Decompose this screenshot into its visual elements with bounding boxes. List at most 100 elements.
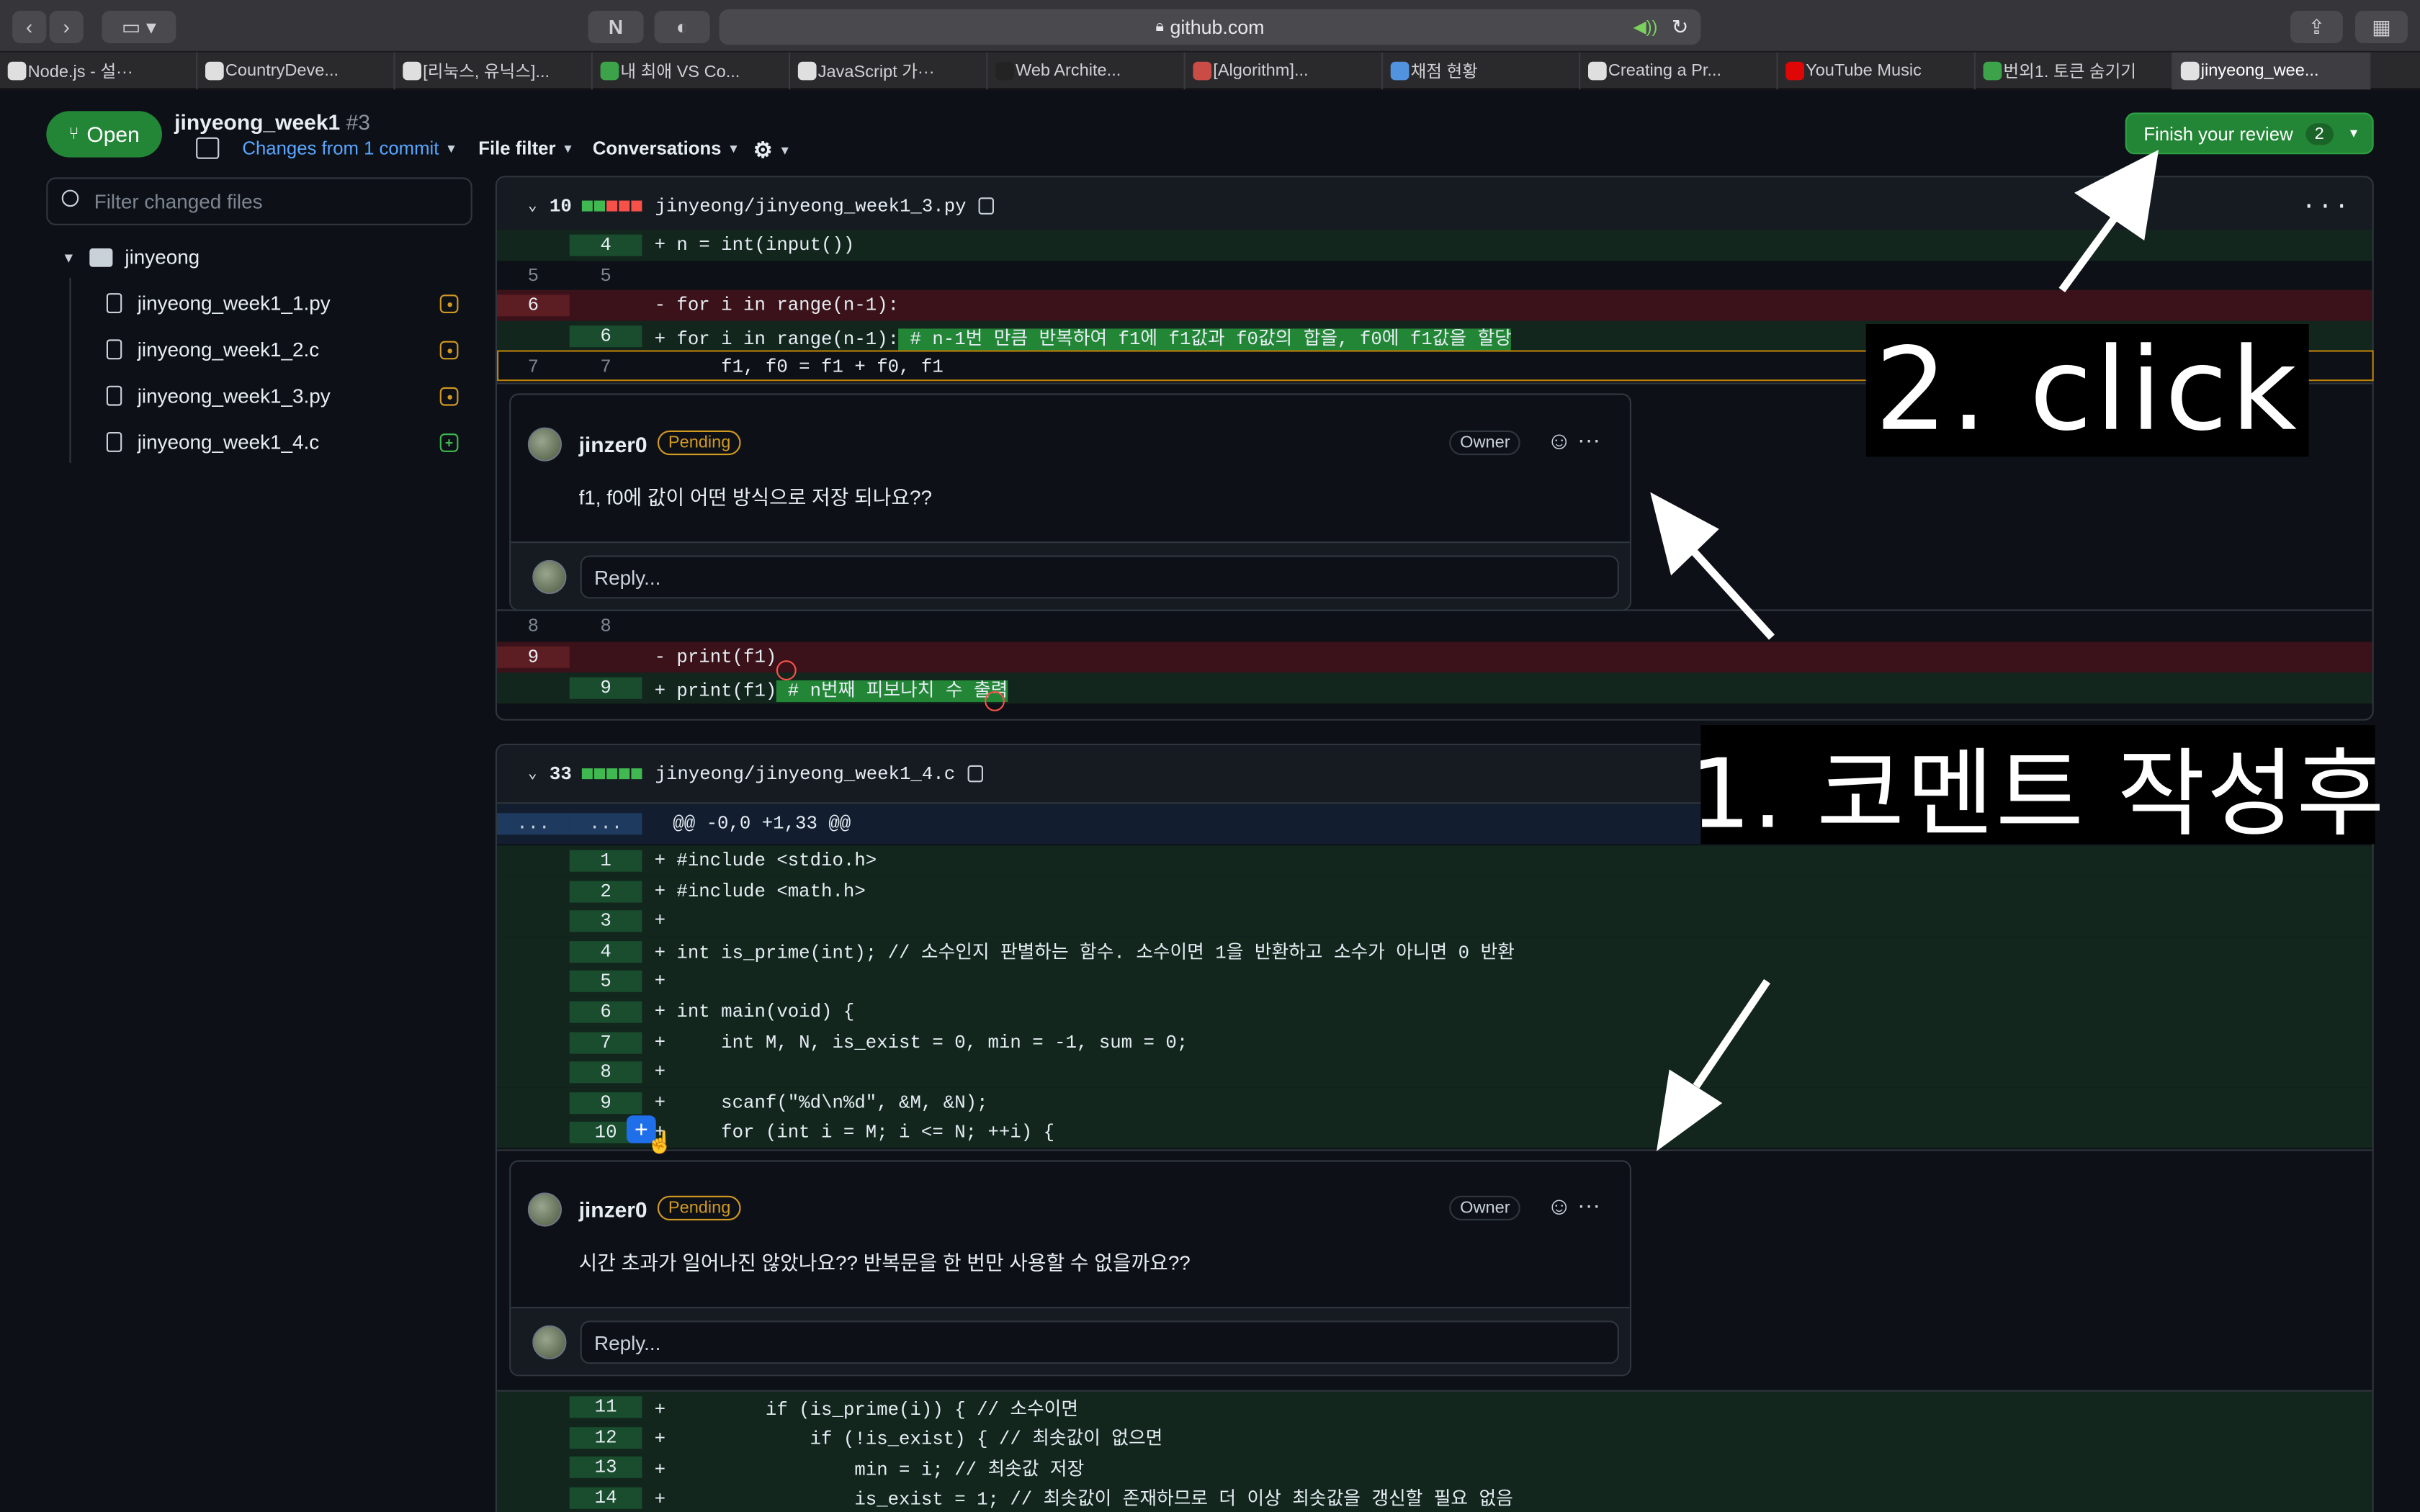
new-line-number[interactable]: 2 [569, 880, 642, 902]
collapse-sidebar-icon[interactable] [196, 137, 220, 159]
new-line-number[interactable]: 7 [569, 1031, 642, 1053]
diff-line[interactable]: 12 + if (!is_exist) { // 최솟값이 없으면 [497, 1421, 2372, 1453]
browser-tab[interactable]: YouTube Music [1778, 52, 1976, 90]
new-line-number[interactable]: 9 [569, 1092, 642, 1114]
diff-line[interactable]: 6 - for i in range(n-1): [497, 289, 2372, 321]
new-line-number[interactable]: 5 [569, 971, 642, 993]
changes-dropdown[interactable]: Changes from 1 commit ▼ [242, 138, 457, 159]
code-content: + #include <math.h> [654, 880, 866, 902]
shield-icon[interactable]: ◐ [654, 11, 710, 43]
browser-tab[interactable]: 채점 현황 [1383, 52, 1581, 90]
sidebar-file-3[interactable]: jinyeong_week1_3.py [106, 384, 331, 408]
diff-line[interactable]: 7 + int M, N, is_exist = 0, min = -1, sum… [497, 1027, 2372, 1058]
new-line-number[interactable]: 13 [569, 1457, 642, 1479]
comment-author[interactable]: jinzer0 [579, 432, 647, 456]
address-bar[interactable]: 🔒︎ github.com ◀)) ↻ [719, 9, 1701, 45]
new-line-number[interactable]: 7 [570, 356, 642, 378]
diff-line[interactable]: 88 [497, 611, 2372, 642]
new-line-number[interactable]: 5 [570, 266, 642, 287]
reload-icon[interactable]: ↻ [1672, 14, 1688, 39]
diff-line[interactable]: 4 + int is_prime(int); // 소수인지 판별하는 함수. 소… [497, 936, 2372, 968]
new-line-number[interactable]: 14 [569, 1487, 642, 1509]
sidebar-file-2[interactable]: jinyeong_week1_2.c [106, 338, 319, 361]
chevron-down-icon[interactable]: ⌄ [528, 197, 537, 215]
diff-line[interactable]: 9 + scanf("%d\n%d", &M, &N); [497, 1087, 2372, 1119]
browser-tab[interactable]: 번외1. 토큰 숨기기 [1976, 52, 2174, 90]
pr-state-label: Open [86, 122, 140, 147]
kebab-icon[interactable]: ··· [1577, 428, 1600, 454]
comment-author[interactable]: jinzer0 [579, 1197, 647, 1222]
old-line-number[interactable]: 9 [497, 646, 570, 668]
chevron-down-icon[interactable]: ▼ [2347, 127, 2360, 140]
file-path[interactable]: jinyeong/jinyeong_week1_3.py [655, 195, 967, 217]
diff-line[interactable]: 6 + int main(void) { [497, 996, 2372, 1028]
folder-item[interactable]: ▼ jinyeong [62, 246, 200, 269]
browser-tab[interactable]: Web Archite... [987, 52, 1186, 90]
diff-line[interactable]: 5 + [497, 966, 2372, 998]
new-line-number[interactable]: 8 [569, 1061, 642, 1084]
new-line-number[interactable]: 6 [569, 1001, 642, 1023]
settings-dropdown[interactable]: ⚙ ▼ [753, 138, 791, 163]
browser-tab[interactable]: [리눅스, 유닉스]... [395, 52, 593, 90]
file-filter-dropdown[interactable]: File filter ▼ [478, 138, 574, 159]
new-line-number[interactable]: 4 [569, 234, 642, 256]
reply-input[interactable]: Reply... [580, 555, 1619, 599]
conversations-dropdown[interactable]: Conversations ▼ [593, 138, 740, 159]
kebab-icon[interactable]: ··· [1577, 1192, 1600, 1218]
reply-input[interactable]: Reply... [580, 1320, 1619, 1364]
lock-icon: 🔒︎ [1155, 18, 1164, 36]
browser-tab[interactable]: 내 최애 VS Co... [593, 52, 791, 90]
new-line-number[interactable]: 11 [569, 1396, 642, 1418]
old-line-number[interactable]: 8 [497, 616, 570, 637]
forward-icon[interactable]: › [49, 11, 84, 43]
browser-tab[interactable]: JavaScript 가··· [790, 52, 988, 90]
pending-badge: Pending [657, 430, 742, 456]
new-line-number[interactable]: 4 [569, 940, 642, 963]
old-line-number[interactable]: 7 [497, 356, 570, 378]
expand-down-icon[interactable]: ... [569, 813, 642, 835]
expand-up-icon[interactable]: ... [497, 813, 570, 835]
notion-icon[interactable]: N [588, 11, 644, 43]
new-line-number[interactable]: 3 [569, 910, 642, 932]
finish-review-button[interactable]: Finish your review 2 ▼ [2125, 112, 2374, 155]
emoji-icon[interactable]: ☺ [1546, 429, 1572, 457]
new-line-number[interactable]: 9 [569, 677, 642, 699]
old-line-number[interactable]: 6 [497, 294, 570, 317]
old-line-number[interactable]: 5 [497, 266, 570, 287]
browser-tab[interactable]: CountryDeve... [197, 52, 395, 90]
diff-line[interactable]: 2 + #include <math.h> [497, 876, 2372, 907]
code-text: + #include <math.h> [642, 880, 866, 902]
sidebar-file-1[interactable]: jinyeong_week1_1.py [106, 292, 331, 315]
code-content: - for i in range(n-1): [654, 294, 900, 317]
browser-tab[interactable]: jinyeong_wee... [2173, 52, 2371, 90]
diff-line[interactable]: 8 + [497, 1057, 2372, 1089]
diff-line[interactable]: 10 + for (int i = M; i <= N; ++i) { [497, 1117, 2372, 1149]
new-line-number[interactable]: 6 [569, 325, 642, 348]
diff-line[interactable]: 11 + if (is_prime(i)) { // 소수이면 [497, 1391, 2372, 1423]
browser-tab[interactable]: [Algorithm]... [1186, 52, 1383, 90]
speaker-icon[interactable]: ◀)) [1634, 17, 1658, 37]
diff-line[interactable]: 4 + n = int(input()) [497, 230, 2372, 261]
copy-icon[interactable] [967, 765, 983, 783]
chevron-down-icon[interactable]: ⌄ [528, 765, 537, 783]
diff-line[interactable]: 3 + [497, 906, 2372, 937]
new-line-number[interactable]: 8 [570, 616, 642, 637]
sidebar-icon[interactable]: ▭ ▾ [102, 11, 176, 43]
browser-tab[interactable]: Node.js - 설··· [0, 52, 198, 90]
filter-files-input[interactable]: Filter changed files [46, 177, 472, 225]
browser-tab[interactable]: Creating a Pr... [1580, 52, 1778, 90]
code-text: + for (int i = M; i <= N; ++i) { [642, 1122, 1055, 1144]
diff-line[interactable]: 13 + min = i; // 최솟값 저장 [497, 1452, 2372, 1483]
new-line-number[interactable]: 1 [569, 850, 642, 872]
emoji-icon[interactable]: ☺ [1546, 1194, 1572, 1223]
diff-line[interactable]: 14 + is_exist = 1; // 최솟값이 존재하므로 더 이상 최솟값… [497, 1482, 2372, 1512]
file-path[interactable]: jinyeong/jinyeong_week1_4.c [655, 763, 956, 785]
diff-line[interactable]: 55 [497, 261, 2372, 292]
kebab-icon[interactable]: ··· [2301, 192, 2350, 220]
tabs-grid-icon[interactable]: ▦ [2355, 11, 2408, 43]
sidebar-file-4[interactable]: jinyeong_week1_4.c [106, 431, 319, 454]
copy-icon[interactable] [978, 197, 995, 215]
back-icon[interactable]: ‹ [12, 11, 47, 43]
new-line-number[interactable]: 12 [569, 1426, 642, 1449]
share-icon[interactable]: ⇪ [2290, 11, 2343, 43]
